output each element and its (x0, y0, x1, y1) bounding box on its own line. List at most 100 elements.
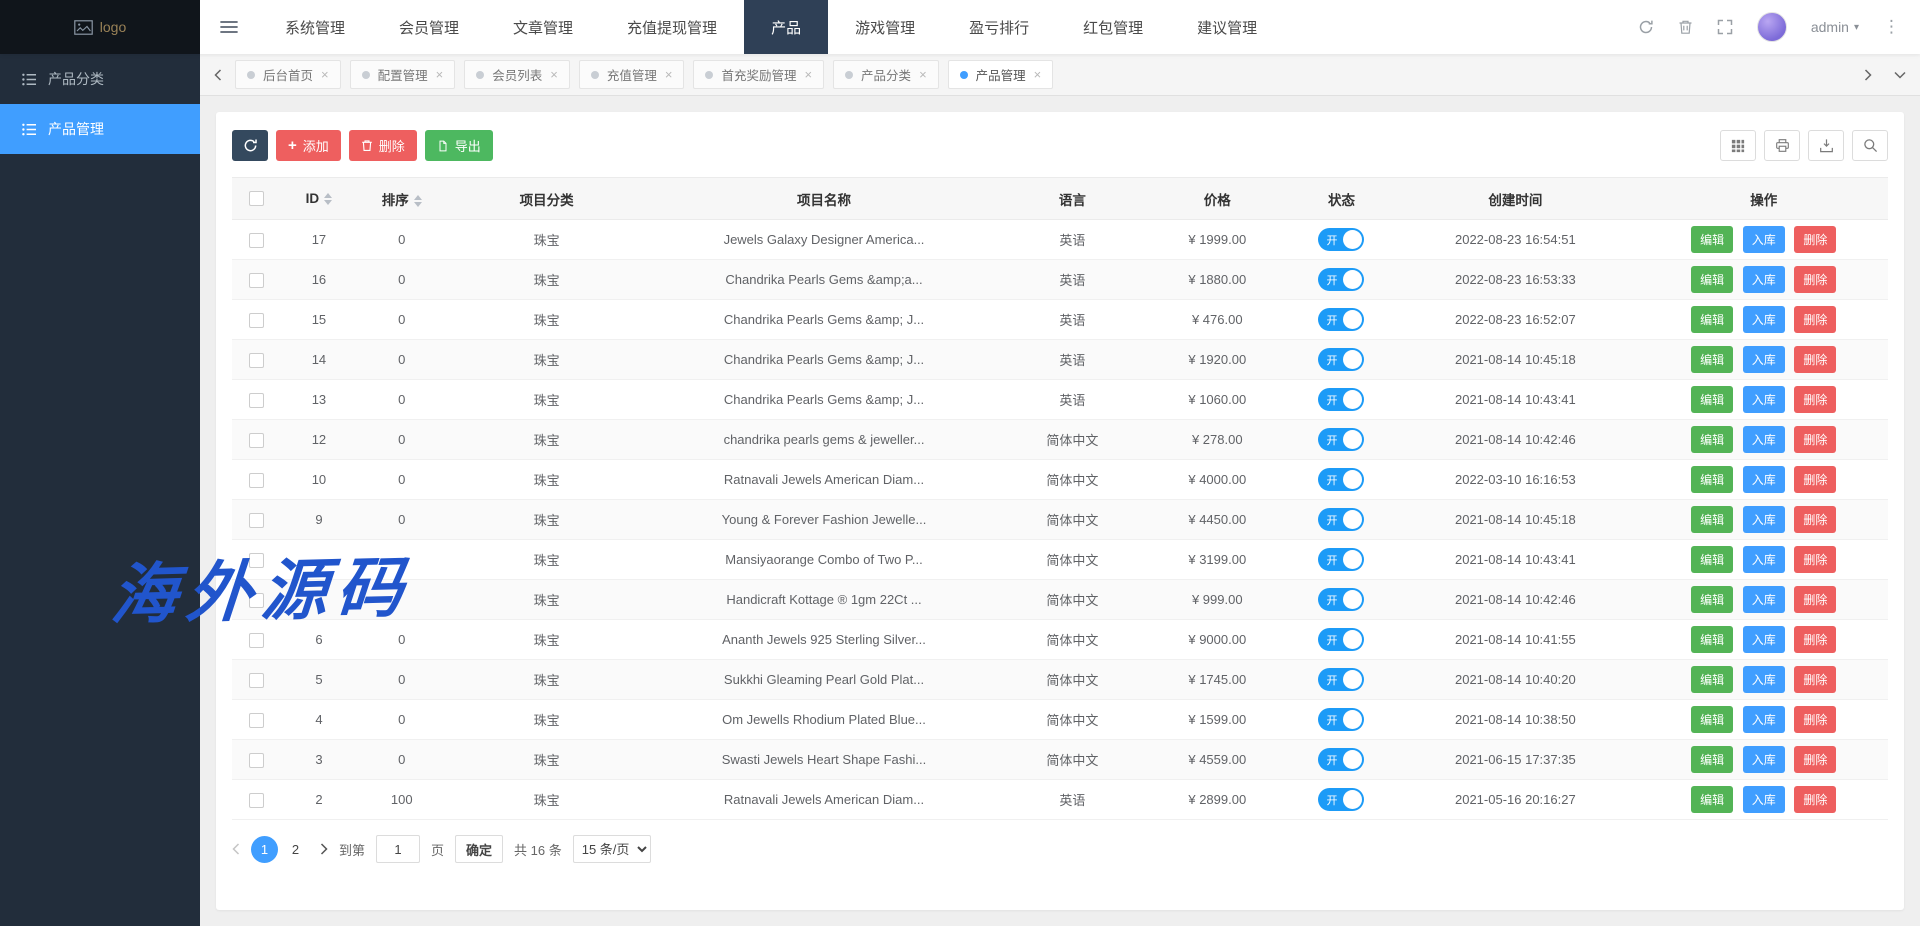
page-size-select[interactable]: 15 条/页 (573, 835, 651, 863)
stock-in-button[interactable]: 入库 (1743, 506, 1785, 533)
refresh-table-button[interactable] (232, 130, 268, 161)
tab-close-icon[interactable]: × (665, 68, 673, 81)
trash-icon[interactable] (1678, 19, 1693, 35)
row-delete-button[interactable]: 删除 (1794, 426, 1836, 453)
stock-in-button[interactable]: 入库 (1743, 706, 1785, 733)
edit-button[interactable]: 编辑 (1691, 706, 1733, 733)
row-delete-button[interactable]: 删除 (1794, 586, 1836, 613)
row-checkbox[interactable] (249, 793, 264, 808)
status-toggle[interactable]: 开 (1318, 548, 1364, 571)
row-checkbox[interactable] (249, 593, 264, 608)
row-checkbox[interactable] (249, 753, 264, 768)
nav-item[interactable]: 系统管理 (258, 0, 372, 54)
edit-button[interactable]: 编辑 (1691, 506, 1733, 533)
nav-item[interactable]: 产品 (744, 0, 828, 54)
sidebar-item[interactable]: 产品管理 (0, 104, 200, 154)
status-toggle[interactable]: 开 (1318, 788, 1364, 811)
tab-close-icon[interactable]: × (321, 68, 329, 81)
prev-page-icon[interactable] (232, 843, 240, 855)
stock-in-button[interactable]: 入库 (1743, 546, 1785, 573)
row-checkbox[interactable] (249, 513, 264, 528)
more-menu-icon[interactable]: ⋮ (1883, 17, 1900, 37)
tab[interactable]: 会员列表 × (464, 60, 570, 89)
page-number[interactable]: 2 (282, 836, 309, 863)
nav-item[interactable]: 游戏管理 (828, 0, 942, 54)
row-delete-button[interactable]: 删除 (1794, 626, 1836, 653)
edit-button[interactable]: 编辑 (1691, 546, 1733, 573)
tab[interactable]: 后台首页 × (235, 60, 341, 89)
row-delete-button[interactable]: 删除 (1794, 226, 1836, 253)
delete-button[interactable]: 删除 (349, 130, 417, 161)
status-toggle[interactable]: 开 (1318, 388, 1364, 411)
edit-button[interactable]: 编辑 (1691, 746, 1733, 773)
row-checkbox[interactable] (249, 313, 264, 328)
tab-close-icon[interactable]: × (1034, 68, 1042, 81)
status-toggle[interactable]: 开 (1318, 228, 1364, 251)
sort-carets-icon[interactable] (324, 193, 332, 205)
stock-in-button[interactable]: 入库 (1743, 426, 1785, 453)
tab[interactable]: 配置管理 × (350, 60, 456, 89)
edit-button[interactable]: 编辑 (1691, 786, 1733, 813)
row-checkbox[interactable] (249, 353, 264, 368)
nav-item[interactable]: 充值提现管理 (600, 0, 744, 54)
row-checkbox[interactable] (249, 633, 264, 648)
stock-in-button[interactable]: 入库 (1743, 466, 1785, 493)
row-checkbox[interactable] (249, 473, 264, 488)
tab[interactable]: 产品管理 × (948, 60, 1054, 89)
edit-button[interactable]: 编辑 (1691, 466, 1733, 493)
edit-button[interactable]: 编辑 (1691, 266, 1733, 293)
refresh-icon[interactable] (1638, 19, 1654, 35)
row-delete-button[interactable]: 删除 (1794, 306, 1836, 333)
table-search-button[interactable] (1852, 130, 1888, 161)
row-checkbox[interactable] (249, 713, 264, 728)
status-toggle[interactable]: 开 (1318, 348, 1364, 371)
add-button[interactable]: + 添加 (276, 130, 341, 161)
row-checkbox[interactable] (249, 393, 264, 408)
status-toggle[interactable]: 开 (1318, 748, 1364, 771)
row-delete-button[interactable]: 删除 (1794, 786, 1836, 813)
stock-in-button[interactable]: 入库 (1743, 346, 1785, 373)
status-toggle[interactable]: 开 (1318, 588, 1364, 611)
tab[interactable]: 充值管理 × (579, 60, 685, 89)
edit-button[interactable]: 编辑 (1691, 306, 1733, 333)
row-checkbox[interactable] (249, 673, 264, 688)
page-number[interactable]: 1 (251, 836, 278, 863)
tab-close-icon[interactable]: × (550, 68, 558, 81)
tab-close-icon[interactable]: × (919, 68, 927, 81)
edit-button[interactable]: 编辑 (1691, 386, 1733, 413)
row-checkbox[interactable] (249, 233, 264, 248)
next-page-icon[interactable] (320, 843, 328, 855)
status-toggle[interactable]: 开 (1318, 468, 1364, 491)
stock-in-button[interactable]: 入库 (1743, 306, 1785, 333)
row-delete-button[interactable]: 删除 (1794, 386, 1836, 413)
tab[interactable]: 首充奖励管理 × (693, 60, 824, 89)
tab-options-dropdown-icon[interactable] (1890, 71, 1910, 79)
tab[interactable]: 产品分类 × (833, 60, 939, 89)
print-button[interactable] (1764, 130, 1800, 161)
status-toggle[interactable]: 开 (1318, 308, 1364, 331)
row-delete-button[interactable]: 删除 (1794, 666, 1836, 693)
goto-page-input[interactable] (376, 835, 420, 863)
stock-in-button[interactable]: 入库 (1743, 266, 1785, 293)
admin-menu[interactable]: admin ▾ (1811, 19, 1859, 35)
edit-button[interactable]: 编辑 (1691, 346, 1733, 373)
confirm-button[interactable]: 确定 (455, 835, 503, 863)
row-delete-button[interactable]: 删除 (1794, 346, 1836, 373)
row-checkbox[interactable] (249, 433, 264, 448)
stock-in-button[interactable]: 入库 (1743, 746, 1785, 773)
nav-item[interactable]: 建议管理 (1170, 0, 1284, 54)
edit-button[interactable]: 编辑 (1691, 626, 1733, 653)
status-toggle[interactable]: 开 (1318, 428, 1364, 451)
status-toggle[interactable]: 开 (1318, 268, 1364, 291)
row-checkbox[interactable] (249, 553, 264, 568)
export-button[interactable]: 导出 (425, 130, 493, 161)
stock-in-button[interactable]: 入库 (1743, 226, 1785, 253)
edit-button[interactable]: 编辑 (1691, 586, 1733, 613)
columns-toggle-button[interactable] (1720, 130, 1756, 161)
col-header-id[interactable]: ID (282, 178, 357, 220)
stock-in-button[interactable]: 入库 (1743, 386, 1785, 413)
edit-button[interactable]: 编辑 (1691, 426, 1733, 453)
edit-button[interactable]: 编辑 (1691, 666, 1733, 693)
nav-item[interactable]: 红包管理 (1056, 0, 1170, 54)
select-all-checkbox[interactable] (249, 191, 264, 206)
